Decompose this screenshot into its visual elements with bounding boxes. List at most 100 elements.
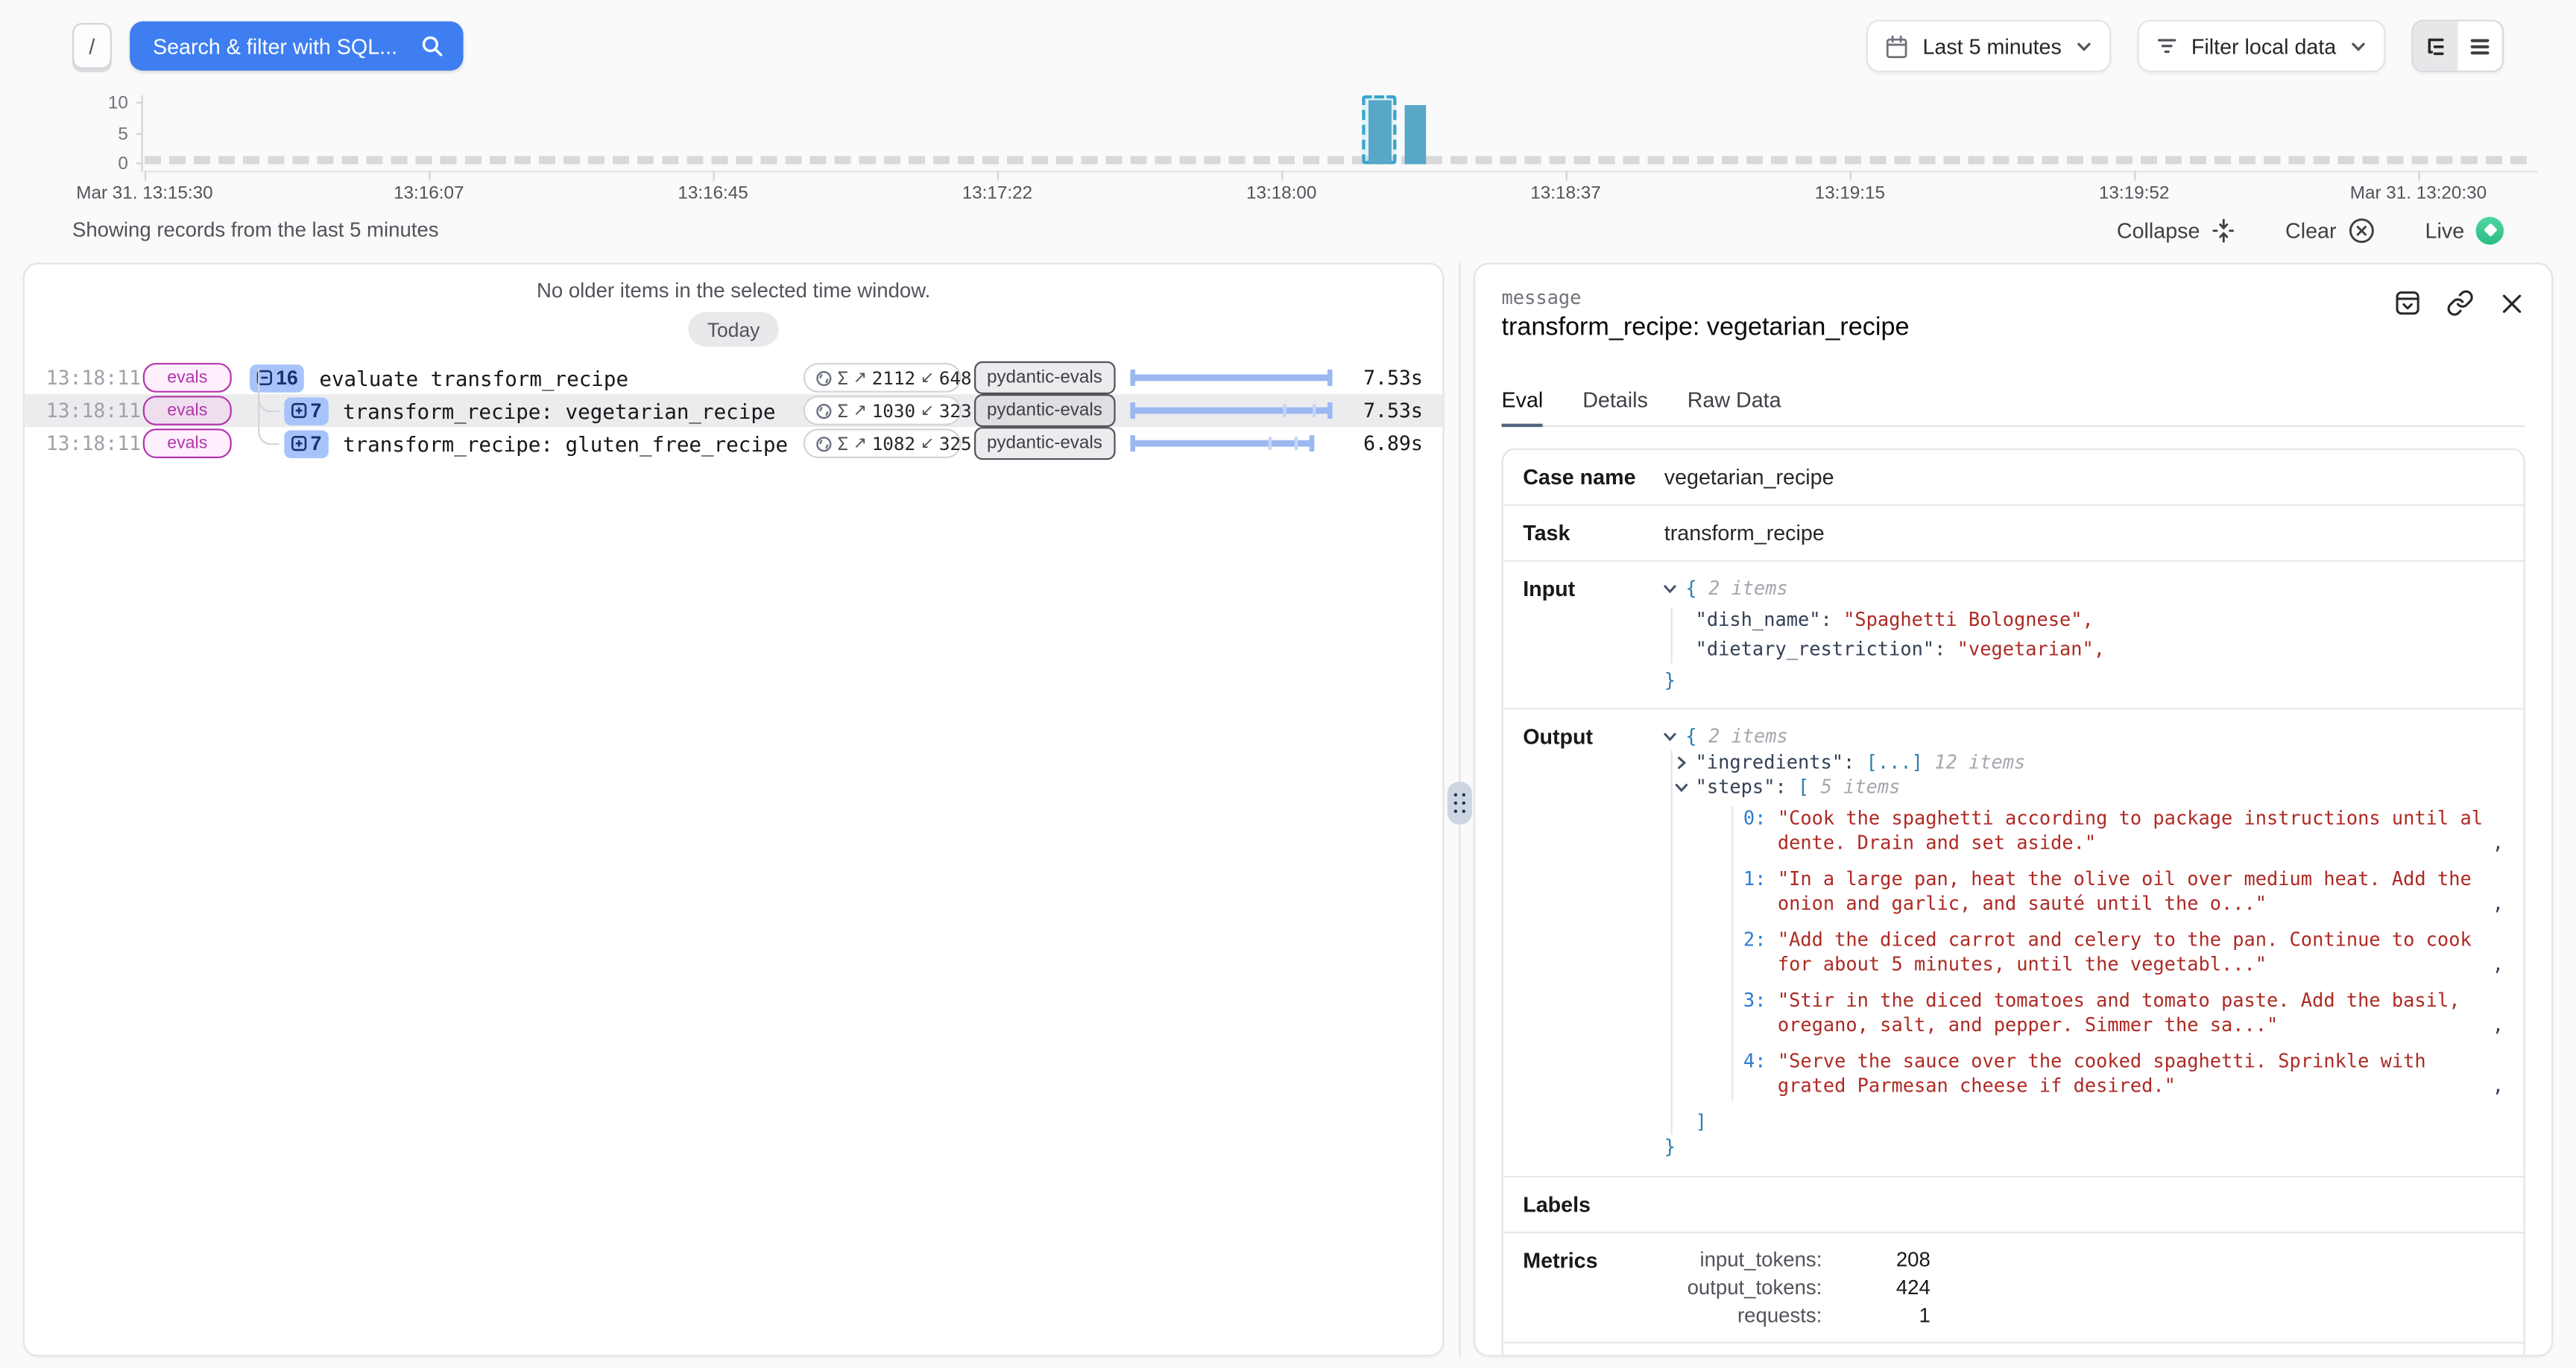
x-axis-tick-label: 13:18:37 xyxy=(1530,184,1600,203)
labels-value xyxy=(1664,1191,2504,1216)
array-index: 2: xyxy=(1743,927,1767,978)
tree-view-button[interactable] xyxy=(2414,22,2458,71)
list-view-button[interactable] xyxy=(2457,22,2502,71)
chevron-right-icon[interactable] xyxy=(1674,755,1689,770)
duration-bar xyxy=(1130,435,1314,452)
x-axis-line xyxy=(145,171,2538,172)
span-count-badge[interactable]: 7 xyxy=(284,429,328,457)
input-tokens-arrow-icon: ↗ xyxy=(853,369,867,387)
input-json-tree: { 2 items "dish_name": "Spaghetti Bologn… xyxy=(1664,577,2504,693)
output-tokens-arrow-icon: ↙ xyxy=(921,369,934,387)
close-icon[interactable] xyxy=(2498,290,2525,316)
duration-text: 7.53s xyxy=(1351,399,1423,422)
labels-row: Labels xyxy=(1503,1177,2524,1232)
row-timestamp: 13:18:11 xyxy=(46,432,119,455)
clear-button[interactable]: Clear xyxy=(2285,216,2375,244)
chevron-down-icon[interactable] xyxy=(1674,780,1689,795)
output-json-tree: { 2 items "ingredients": [...] xyxy=(1664,724,2504,1160)
task-value: transform_recipe xyxy=(1664,521,2504,545)
collapsed-array[interactable]: [...] xyxy=(1866,750,1923,773)
expand-square-plus-icon xyxy=(291,402,307,419)
case-name-row: Case name vegetarian_recipe xyxy=(1503,450,2524,506)
detail-panel: message transform_recipe: vegetarian_rec… xyxy=(1474,263,2553,1357)
chevron-down-icon[interactable] xyxy=(1663,729,1678,744)
tab-details[interactable]: Details xyxy=(1582,387,1648,425)
collapse-button[interactable]: Collapse xyxy=(2117,218,2236,242)
duration-bar-cell xyxy=(1130,368,1337,387)
filter-local-data-dropdown[interactable]: Filter local data xyxy=(2137,19,2385,72)
x-axis-labels: Mar 31. 13:15:30 13:16:07 13:16:45 13:17… xyxy=(145,184,2418,207)
copy-link-icon[interactable] xyxy=(2446,289,2474,317)
array-index: 1: xyxy=(1743,867,1767,917)
metrics-label: Metrics xyxy=(1523,1247,1664,1326)
time-range-dropdown[interactable]: Last 5 minutes xyxy=(1867,19,2111,72)
dataset-tag[interactable]: pydantic-evals xyxy=(973,427,1115,460)
coin-icon xyxy=(815,369,833,387)
json-array-item: 2: "Add the diced carrot and celery to t… xyxy=(1743,927,2504,978)
span-count-badge[interactable]: 7 xyxy=(284,396,328,424)
input-label: Input xyxy=(1523,577,1664,693)
search-button-label: Search & filter with SQL... xyxy=(153,34,397,58)
chevron-down-icon xyxy=(2349,37,2367,55)
table-row[interactable]: 13:18:11 evals 7 transform_recipe: veget… xyxy=(25,394,1442,427)
metric-name: output_tokens: xyxy=(1664,1275,1822,1298)
json-value: "Spaghetti Bolognese", xyxy=(1843,607,2094,630)
x-axis-tick-label: 13:16:45 xyxy=(678,184,748,203)
histogram-bar[interactable] xyxy=(1368,99,1392,164)
app-window: / Search & filter with SQL... Last 5 min… xyxy=(0,0,2576,1368)
dock-panel-icon[interactable] xyxy=(2393,289,2421,317)
histogram-bar[interactable] xyxy=(1405,106,1427,165)
x-axis-tick-label: 13:17:22 xyxy=(962,184,1032,203)
service-badge: evals xyxy=(143,396,232,425)
json-string: "Serve the sauce over the cooked spaghet… xyxy=(1778,1048,2486,1099)
token-usage-pill: Σ ↗ 1030 ↙ 323 xyxy=(803,396,961,425)
today-chip[interactable]: Today xyxy=(689,312,778,346)
list-view-icon xyxy=(2468,34,2493,58)
output-label: Output xyxy=(1523,724,1664,1160)
live-toggle[interactable]: Live xyxy=(2425,216,2504,244)
tab-raw-data[interactable]: Raw Data xyxy=(1688,387,1781,425)
detail-tabs: Eval Details Raw Data xyxy=(1502,387,2525,427)
json-string: "In a large pan, heat the olive oil over… xyxy=(1778,867,2486,917)
dataset-tag[interactable]: pydantic-evals xyxy=(973,394,1115,427)
chevron-down-icon[interactable] xyxy=(1663,581,1678,596)
expand-square-plus-icon xyxy=(291,435,307,452)
duration-text: 7.53s xyxy=(1351,367,1423,390)
metric-name: requests: xyxy=(1664,1303,1822,1326)
input-tokens: 1030 xyxy=(872,400,915,422)
top-bar: / Search & filter with SQL... Last 5 min… xyxy=(0,0,2576,92)
output-tokens: 648 xyxy=(939,367,972,389)
output-tokens: 325 xyxy=(939,433,972,455)
top-bar-right: Last 5 minutes Filter local data xyxy=(1867,19,2504,72)
chevron-down-icon xyxy=(2074,37,2092,55)
duration-bar xyxy=(1130,402,1332,419)
slash-shortcut-key[interactable]: / xyxy=(72,23,112,69)
panel-resize-handle[interactable] xyxy=(1448,782,1472,824)
json-key: "ingredients": xyxy=(1696,750,1855,773)
case-name-label: Case name xyxy=(1523,465,1664,490)
record-title: evaluate transform_recipe xyxy=(319,365,628,390)
coin-icon xyxy=(815,402,833,419)
table-row[interactable]: 13:18:11 evals 16 evaluate transform_rec… xyxy=(25,361,1442,394)
filter-label: Filter local data xyxy=(2191,34,2336,58)
detail-title: transform_recipe: vegetarian_recipe xyxy=(1502,314,2525,343)
search-button[interactable]: Search & filter with SQL... xyxy=(130,22,463,71)
duration-bar-cell xyxy=(1130,434,1337,453)
filter-icon xyxy=(2155,34,2178,57)
empty-window-notice: No older items in the selected time wind… xyxy=(25,279,1442,303)
token-usage-pill: Σ ↗ 2112 ↙ 648 xyxy=(803,363,961,393)
metric-name: input_tokens: xyxy=(1664,1247,1822,1270)
labels-label: Labels xyxy=(1523,1191,1664,1216)
view-mode-toggle xyxy=(2412,19,2504,72)
live-label: Live xyxy=(2425,218,2465,242)
json-array-item: 3: "Stir in the diced tomatoes and tomat… xyxy=(1743,988,2504,1039)
tab-eval[interactable]: Eval xyxy=(1502,387,1544,425)
eval-table: Case name vegetarian_recipe Task transfo… xyxy=(1502,449,2525,1357)
json-array-item: 4: "Serve the sauce over the cooked spag… xyxy=(1743,1048,2504,1099)
showing-records-text: Showing records from the last 5 minutes xyxy=(72,218,439,241)
metric-value: 208 xyxy=(1822,1247,1930,1270)
clear-label: Clear xyxy=(2285,218,2336,242)
timeline-chart[interactable]: 10 5 0 Mar 31. 13:15:30 13:16:07 13:16:4… xyxy=(0,92,2576,200)
dataset-tag[interactable]: pydantic-evals xyxy=(973,361,1115,394)
table-row[interactable]: 13:18:11 evals 7 transform_recipe: glute… xyxy=(25,427,1442,460)
